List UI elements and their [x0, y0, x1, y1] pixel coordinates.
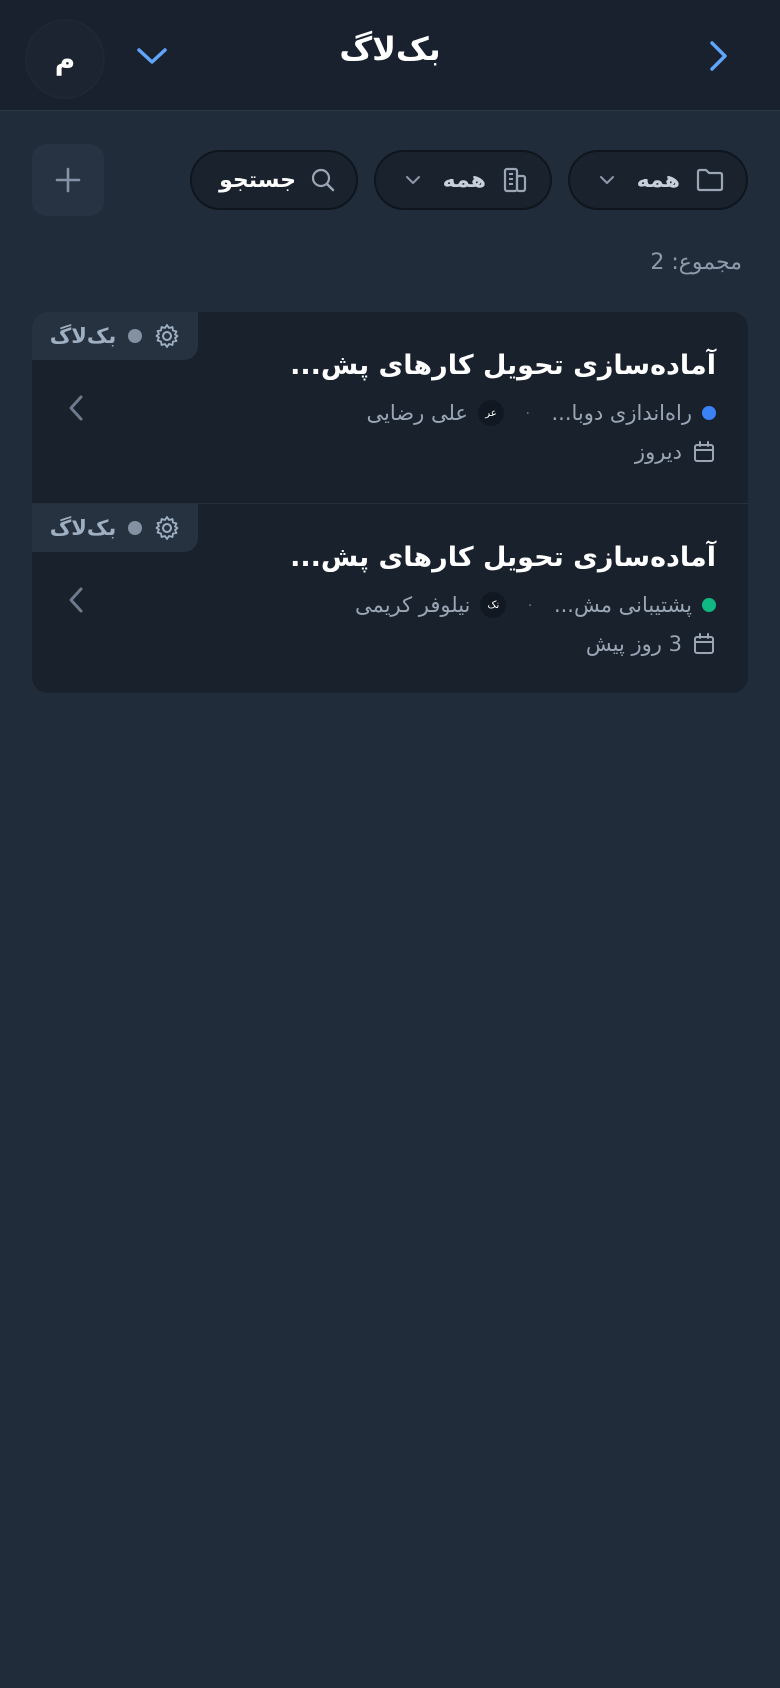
- separator: ۰: [523, 405, 532, 421]
- task-title: آماده‌سازی تحویل کارهای پش...: [290, 542, 716, 573]
- task-meta: پشتیبانی مش... ۰ نک نیلوفر کریمی: [355, 592, 716, 618]
- assignee-name: نیلوفر کریمی: [355, 593, 471, 617]
- status-badge: بک‌لاگ: [32, 312, 198, 360]
- open-item-button[interactable]: [60, 388, 92, 428]
- add-button[interactable]: [32, 144, 104, 216]
- chevron-down-icon: [405, 176, 420, 184]
- total-count: مجموع: 2: [650, 250, 742, 275]
- calendar-icon: [694, 441, 714, 462]
- chevron-down-icon: [137, 48, 167, 64]
- list-item[interactable]: بک‌لاگ آماده‌سازی تحویل کارهای پش... پشت…: [32, 503, 748, 693]
- calendar-icon: [694, 633, 714, 654]
- gear-icon: [155, 516, 179, 540]
- status-label: بک‌لاگ: [49, 324, 117, 348]
- search-label: جستجو: [219, 167, 296, 193]
- task-list: بک‌لاگ آماده‌سازی تحویل کارهای پش... راه…: [32, 312, 748, 693]
- date-label: 3 روز پیش: [585, 632, 682, 656]
- search-button[interactable]: جستجو: [190, 150, 358, 210]
- filter-bar: همه همه جستجو: [0, 144, 780, 216]
- project-name: راه‌اندازی دوبا...: [551, 401, 692, 425]
- date-label: دیروز: [634, 440, 682, 464]
- search-icon: [311, 168, 335, 192]
- open-item-button[interactable]: [60, 580, 92, 620]
- assignee-avatar: نک: [480, 592, 507, 618]
- folder-filter-label: همه: [636, 167, 680, 193]
- task-date: دیروز: [635, 440, 716, 464]
- status-dot: [128, 521, 143, 535]
- dropdown-button[interactable]: [132, 36, 172, 76]
- task-date: 3 روز پیش: [586, 632, 716, 656]
- building-filter[interactable]: همه: [374, 150, 552, 210]
- building-icon: [503, 167, 527, 193]
- assignee-avatar: عر: [477, 400, 504, 426]
- task-title: آماده‌سازی تحویل کارهای پش...: [290, 350, 716, 381]
- status-badge: بک‌لاگ: [32, 504, 198, 552]
- page-title: بک‌لاگ: [339, 30, 441, 68]
- gear-icon: [155, 324, 179, 348]
- project-color-dot: [702, 406, 716, 420]
- project-name: پشتیبانی مش...: [553, 593, 692, 617]
- project-color-dot: [702, 598, 716, 612]
- plus-icon: [55, 167, 81, 193]
- chevron-left-icon: [69, 395, 83, 421]
- avatar[interactable]: م: [27, 21, 103, 97]
- folder-icon: [696, 168, 724, 192]
- folder-filter[interactable]: همه: [568, 150, 748, 210]
- status-label: بک‌لاگ: [49, 516, 117, 540]
- chevron-left-icon: [69, 587, 83, 613]
- building-filter-label: همه: [442, 167, 486, 193]
- list-item[interactable]: بک‌لاگ آماده‌سازی تحویل کارهای پش... راه…: [32, 312, 748, 503]
- status-dot: [128, 329, 143, 343]
- chevron-down-icon: [599, 176, 614, 184]
- app-header: بک‌لاگ م: [0, 0, 780, 111]
- separator: ۰: [526, 597, 534, 613]
- task-meta: راه‌اندازی دوبا... ۰ عر علی رضایی: [367, 400, 716, 426]
- assignee-name: علی رضایی: [366, 401, 468, 425]
